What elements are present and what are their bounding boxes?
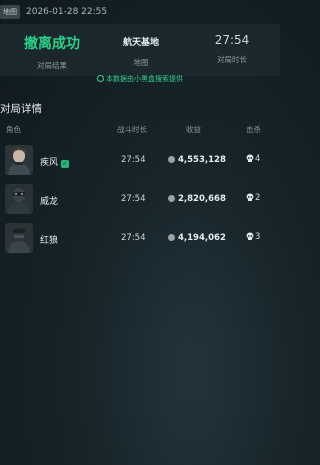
duration-label: 对局时长 (217, 55, 247, 64)
data-source-note[interactable]: 本数据由小黑盒搜索提供 (0, 74, 280, 84)
verified-badge-icon: ✓ (61, 160, 70, 168)
earnings: 4,194,062 (168, 233, 226, 243)
map-tag: 地图 (0, 5, 20, 19)
earnings: 4,553,128 (168, 155, 226, 165)
player-name: 威龙 (40, 197, 59, 207)
coin-icon (168, 156, 175, 163)
table-row[interactable]: 疾风 ✓ 27:54 4,553,128 4 (0, 144, 280, 178)
kills: 3 (246, 232, 260, 242)
header-role: 角色 (6, 125, 21, 134)
header-earnings: 收益 (186, 125, 201, 134)
map-value: 航天基地 (122, 38, 159, 48)
section-title: 对局详情 (0, 103, 42, 115)
skull-icon (246, 193, 254, 201)
kills: 4 (246, 154, 260, 164)
table-row[interactable]: 威龙 27:54 2,820,668 2 (0, 183, 280, 217)
match-summary: 撤离成功 对局结果 航天基地 地图 27:54 对局时长 (0, 24, 280, 76)
coin-icon (168, 195, 175, 202)
summary-map: 航天基地 地图 (111, 33, 171, 68)
data-source-text: 本数据由小黑盒搜索提供 (106, 75, 183, 83)
battle-time: 27:54 (121, 155, 146, 165)
summary-duration: 27:54 对局时长 (202, 33, 262, 65)
avatar (5, 223, 33, 253)
refresh-circle-icon (97, 75, 104, 82)
map-label: 地图 (133, 58, 149, 67)
result-label: 对局结果 (37, 61, 67, 70)
header-battle-time: 战斗时长 (117, 125, 147, 134)
header-kills: 击杀 (246, 125, 261, 134)
table-row[interactable]: 红狼 27:54 4,194,062 3 (0, 222, 280, 256)
skull-icon (246, 154, 254, 162)
kills: 2 (246, 193, 260, 203)
skull-icon (246, 232, 254, 240)
top-bar: 地图 2026-01-28 22:55 (0, 0, 280, 24)
player-name: 疾风 ✓ (40, 158, 70, 168)
battle-time: 27:54 (121, 194, 146, 204)
match-timestamp: 2026-01-28 22:55 (26, 7, 108, 17)
duration-value: 27:54 (214, 33, 250, 47)
player-name: 红狼 (40, 236, 59, 246)
result-value: 撤离成功 (24, 36, 80, 52)
summary-result: 撤离成功 对局结果 (22, 33, 82, 71)
table-header: 角色 战斗时长 收益 击杀 (0, 124, 280, 138)
coin-icon (168, 234, 175, 241)
battle-time: 27:54 (121, 233, 146, 243)
avatar (5, 184, 33, 214)
avatar (5, 145, 33, 175)
earnings: 2,820,668 (168, 194, 226, 204)
